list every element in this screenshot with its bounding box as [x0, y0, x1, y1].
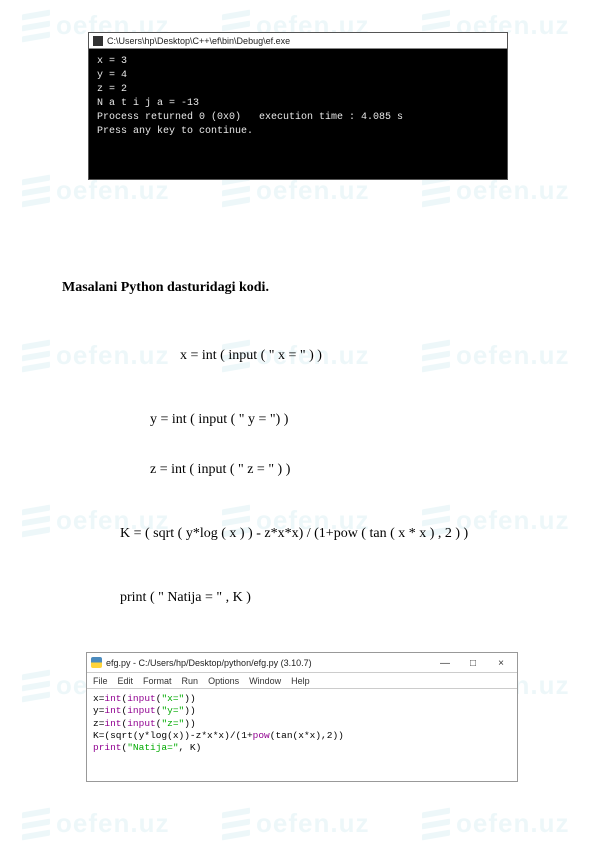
section-heading: Masalani Python dasturidagi kodi. — [62, 280, 269, 296]
idle-window-buttons: — □ × — [431, 655, 515, 671]
menu-format[interactable]: Format — [143, 676, 172, 686]
console-output: x = 3 y = 4 z = 2 N a t i j a = -13 Proc… — [89, 49, 507, 179]
menu-run[interactable]: Run — [182, 676, 199, 686]
idle-menubar: File Edit Format Run Options Window Help — [87, 673, 517, 689]
console-titlebar: C:\Users\hp\Desktop\C++\ef\bin\Debug\ef.… — [89, 33, 507, 49]
console-line: N a t i j a = -13 — [97, 98, 199, 109]
minimize-button[interactable]: — — [431, 655, 459, 671]
idle-window: efg.py - C:/Users/hp/Desktop/python/efg.… — [86, 652, 518, 782]
console-title-text: C:\Users\hp\Desktop\C++\ef\bin\Debug\ef.… — [107, 36, 290, 46]
python-icon — [91, 657, 102, 668]
console-line: y = 4 — [97, 70, 127, 81]
console-line: Process returned 0 (0x0) execution time … — [97, 112, 403, 123]
menu-file[interactable]: File — [93, 676, 108, 686]
menu-window[interactable]: Window — [249, 676, 281, 686]
maximize-button[interactable]: □ — [459, 655, 487, 671]
menu-help[interactable]: Help — [291, 676, 310, 686]
console-window: C:\Users\hp\Desktop\C++\ef\bin\Debug\ef.… — [88, 32, 508, 180]
code-line-2: y = int ( input ( " y = ") ) — [150, 412, 288, 428]
console-line: x = 3 — [97, 56, 127, 67]
console-line: z = 2 — [97, 84, 127, 95]
idle-editor[interactable]: x=int(input("x=")) y=int(input("y=")) z=… — [87, 689, 517, 781]
code-line-4: K = ( sqrt ( y*log ( x ) ) - z*x*x) / (1… — [120, 526, 468, 542]
console-app-icon — [93, 36, 103, 46]
menu-edit[interactable]: Edit — [118, 676, 134, 686]
code-line-3: z = int ( input ( " z = " ) ) — [150, 462, 290, 478]
code-line-5: print ( " Natija = " , K ) — [120, 590, 251, 606]
idle-titlebar: efg.py - C:/Users/hp/Desktop/python/efg.… — [87, 653, 517, 673]
menu-options[interactable]: Options — [208, 676, 239, 686]
code-line-1: x = int ( input ( " x = " ) ) — [180, 348, 322, 364]
idle-title-text: efg.py - C:/Users/hp/Desktop/python/efg.… — [106, 658, 312, 668]
console-line: Press any key to continue. — [97, 126, 253, 137]
close-button[interactable]: × — [487, 655, 515, 671]
